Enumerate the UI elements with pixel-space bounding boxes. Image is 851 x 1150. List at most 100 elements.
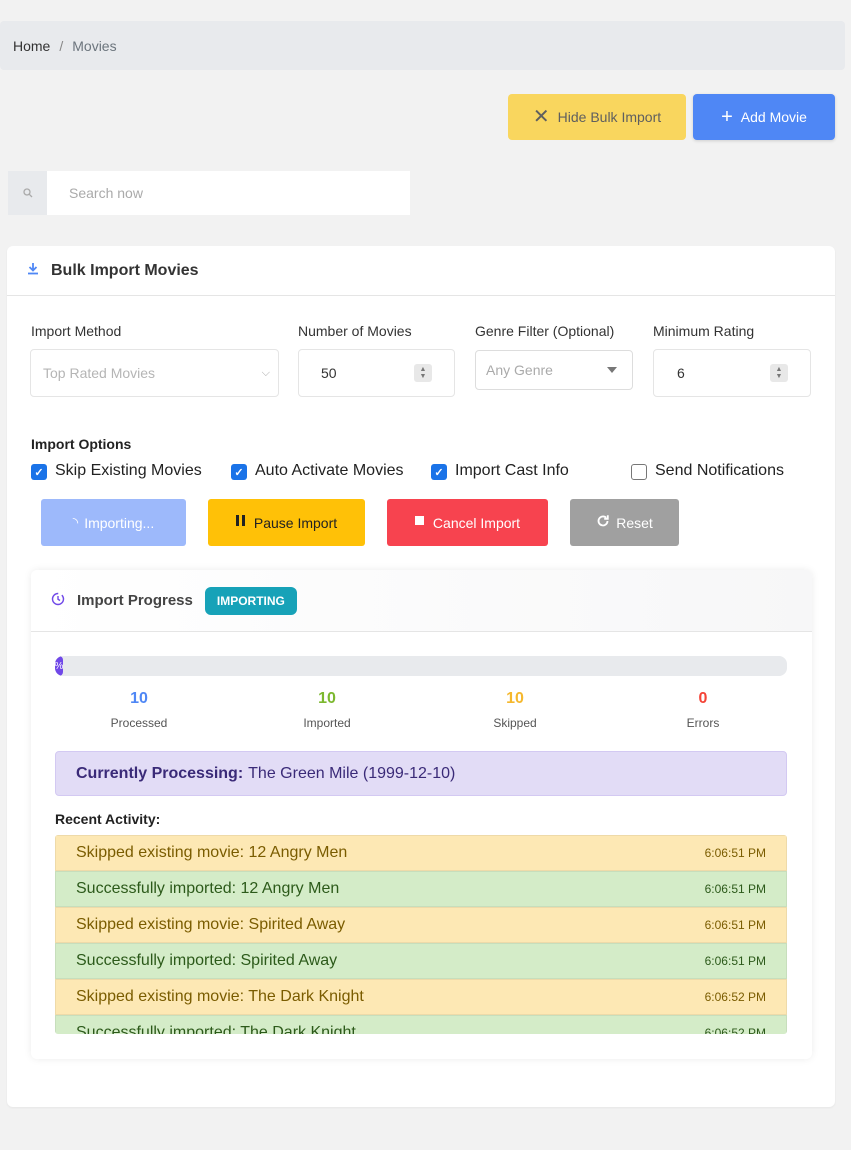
currently-processing-value: The Green Mile (1999-12-10) [248, 764, 456, 782]
progress-bar: % [55, 656, 787, 676]
plus-icon: + [721, 106, 733, 128]
import-options-title: Import Options [31, 436, 132, 452]
breadcrumb: Home / Movies [0, 21, 845, 70]
breadcrumb-separator: / [59, 37, 64, 54]
stat-errors-label: Errors [686, 716, 720, 730]
activity-text: Skipped existing movie: Spirited Away [76, 916, 346, 933]
status-badge: IMPORTING [204, 586, 297, 615]
number-stepper[interactable]: ▲ ▼ [414, 364, 432, 382]
currently-processing: Currently Processing: The Green Mile (19… [55, 751, 787, 796]
number-of-movies-value: 50 [321, 365, 337, 381]
number-of-movies-label: Number of Movies [298, 323, 412, 339]
pause-import-label: Pause Import [253, 514, 338, 531]
option-label: Import Cast Info [455, 461, 569, 479]
cancel-import-button[interactable]: Cancel Import [387, 499, 548, 546]
currently-processing-label: Currently Processing: [76, 764, 244, 782]
checkbox-checked[interactable]: ✓ [431, 464, 447, 480]
bulk-import-card: Bulk Import Movies Import Method Number … [7, 246, 835, 1107]
add-movie-label: Add Movie [740, 109, 807, 125]
progress-bar-fill: % [55, 656, 63, 676]
option-send-notifications[interactable]: Send Notifications [631, 461, 784, 480]
activity-item: Successfully imported: Spirited Away 6:0… [55, 943, 787, 979]
activity-time: 6:06:51 PM [704, 918, 766, 932]
stat-skipped: 10 Skipped [455, 690, 575, 730]
stat-processed-label: Processed [110, 716, 168, 730]
importing-button[interactable]: ◝ Importing... [41, 499, 186, 546]
genre-filter-label: Genre Filter (Optional) [475, 323, 615, 339]
stat-errors-value: 0 [698, 690, 708, 707]
chevron-down-icon: ⌵ [261, 366, 270, 379]
recent-activity-title: Recent Activity: [55, 811, 161, 827]
activity-time: 6:06:51 PM [704, 954, 766, 968]
spinner-icon: ◝ [72, 514, 79, 530]
pause-icon [235, 515, 245, 526]
activity-time: 6:06:52 PM [704, 1026, 766, 1034]
stat-imported-label: Imported [303, 716, 351, 730]
activity-time: 6:06:52 PM [704, 990, 766, 1004]
activity-item: Successfully imported: The Dark Knight 6… [55, 1015, 787, 1034]
breadcrumb-current: Movies [72, 37, 117, 54]
option-label: Skip Existing Movies [55, 461, 202, 479]
genre-filter-select[interactable]: Any Genre [475, 350, 633, 390]
reset-button[interactable]: Reset [570, 499, 679, 546]
option-import-cast[interactable]: ✓ Import Cast Info [431, 461, 569, 480]
search-icon [8, 171, 47, 215]
option-auto-activate[interactable]: ✓ Auto Activate Movies [231, 461, 404, 480]
import-progress-title: Import Progress [77, 592, 193, 609]
caret-down-icon [607, 367, 617, 373]
activity-time: 6:06:51 PM [704, 846, 766, 860]
history-icon [51, 592, 65, 609]
activity-text: Successfully imported: Spirited Away [76, 952, 338, 969]
import-progress-card: Import Progress IMPORTING % 10 Processed… [31, 570, 812, 1059]
stat-processed-value: 10 [130, 690, 148, 707]
minimum-rating-value: 6 [677, 365, 685, 381]
cancel-import-label: Cancel Import [432, 514, 521, 531]
stop-icon [414, 516, 424, 525]
pause-import-button[interactable]: Pause Import [208, 499, 365, 546]
activity-item: Skipped existing movie: The Dark Knight … [55, 979, 787, 1015]
activity-text: Successfully imported: The Dark Knight [76, 1024, 356, 1034]
checkbox-checked[interactable]: ✓ [31, 464, 47, 480]
option-skip-existing[interactable]: ✓ Skip Existing Movies [31, 461, 202, 480]
activity-list[interactable]: Skipped existing movie: 12 Angry Men 6:0… [55, 835, 787, 1034]
import-method-label: Import Method [31, 323, 122, 339]
option-label: Send Notifications [655, 461, 784, 479]
checkbox-unchecked[interactable] [631, 464, 647, 480]
stat-skipped-label: Skipped [493, 716, 537, 730]
search-input[interactable] [47, 171, 410, 215]
option-label: Auto Activate Movies [255, 461, 404, 479]
reset-label: Reset [616, 514, 653, 531]
importing-label: Importing... [84, 514, 155, 531]
stepper-up-icon: ▲ [419, 366, 427, 373]
bulk-import-title: Bulk Import Movies [51, 261, 199, 279]
activity-text: Skipped existing movie: The Dark Knight [76, 988, 364, 1005]
activity-item: Skipped existing movie: Spirited Away 6:… [55, 907, 787, 943]
close-icon: ✕ [532, 106, 550, 128]
hide-bulk-import-label: Hide Bulk Import [557, 109, 662, 125]
rating-stepper[interactable]: ▲ ▼ [770, 364, 788, 382]
minimum-rating-input[interactable]: 6 ▲ ▼ [653, 349, 811, 397]
activity-item: Successfully imported: 12 Angry Men 6:06… [55, 871, 787, 907]
number-of-movies-input[interactable]: 50 ▲ ▼ [298, 349, 455, 397]
checkbox-checked[interactable]: ✓ [231, 464, 247, 480]
activity-time: 6:06:51 PM [704, 882, 766, 896]
breadcrumb-home[interactable]: Home [13, 38, 50, 54]
import-progress-header: Import Progress IMPORTING [31, 570, 812, 632]
download-icon [27, 262, 39, 279]
stepper-down-icon: ▼ [419, 373, 427, 380]
stat-imported-value: 10 [318, 690, 336, 707]
stat-errors: 0 Errors [643, 690, 763, 730]
stepper-up-icon: ▲ [775, 366, 783, 373]
bulk-import-header: Bulk Import Movies [7, 246, 835, 296]
hide-bulk-import-button[interactable]: ✕ Hide Bulk Import [508, 94, 686, 140]
import-method-select[interactable]: Top Rated Movies ⌵ [30, 349, 279, 397]
activity-text: Skipped existing movie: 12 Angry Men [76, 844, 348, 861]
add-movie-button[interactable]: + Add Movie [693, 94, 835, 140]
activity-text: Successfully imported: 12 Angry Men [76, 880, 340, 897]
minimum-rating-label: Minimum Rating [653, 323, 755, 339]
stat-imported: 10 Imported [267, 690, 387, 730]
stat-processed: 10 Processed [79, 690, 199, 730]
refresh-icon [596, 514, 610, 531]
search-bar [8, 171, 410, 215]
stepper-down-icon: ▼ [775, 373, 783, 380]
